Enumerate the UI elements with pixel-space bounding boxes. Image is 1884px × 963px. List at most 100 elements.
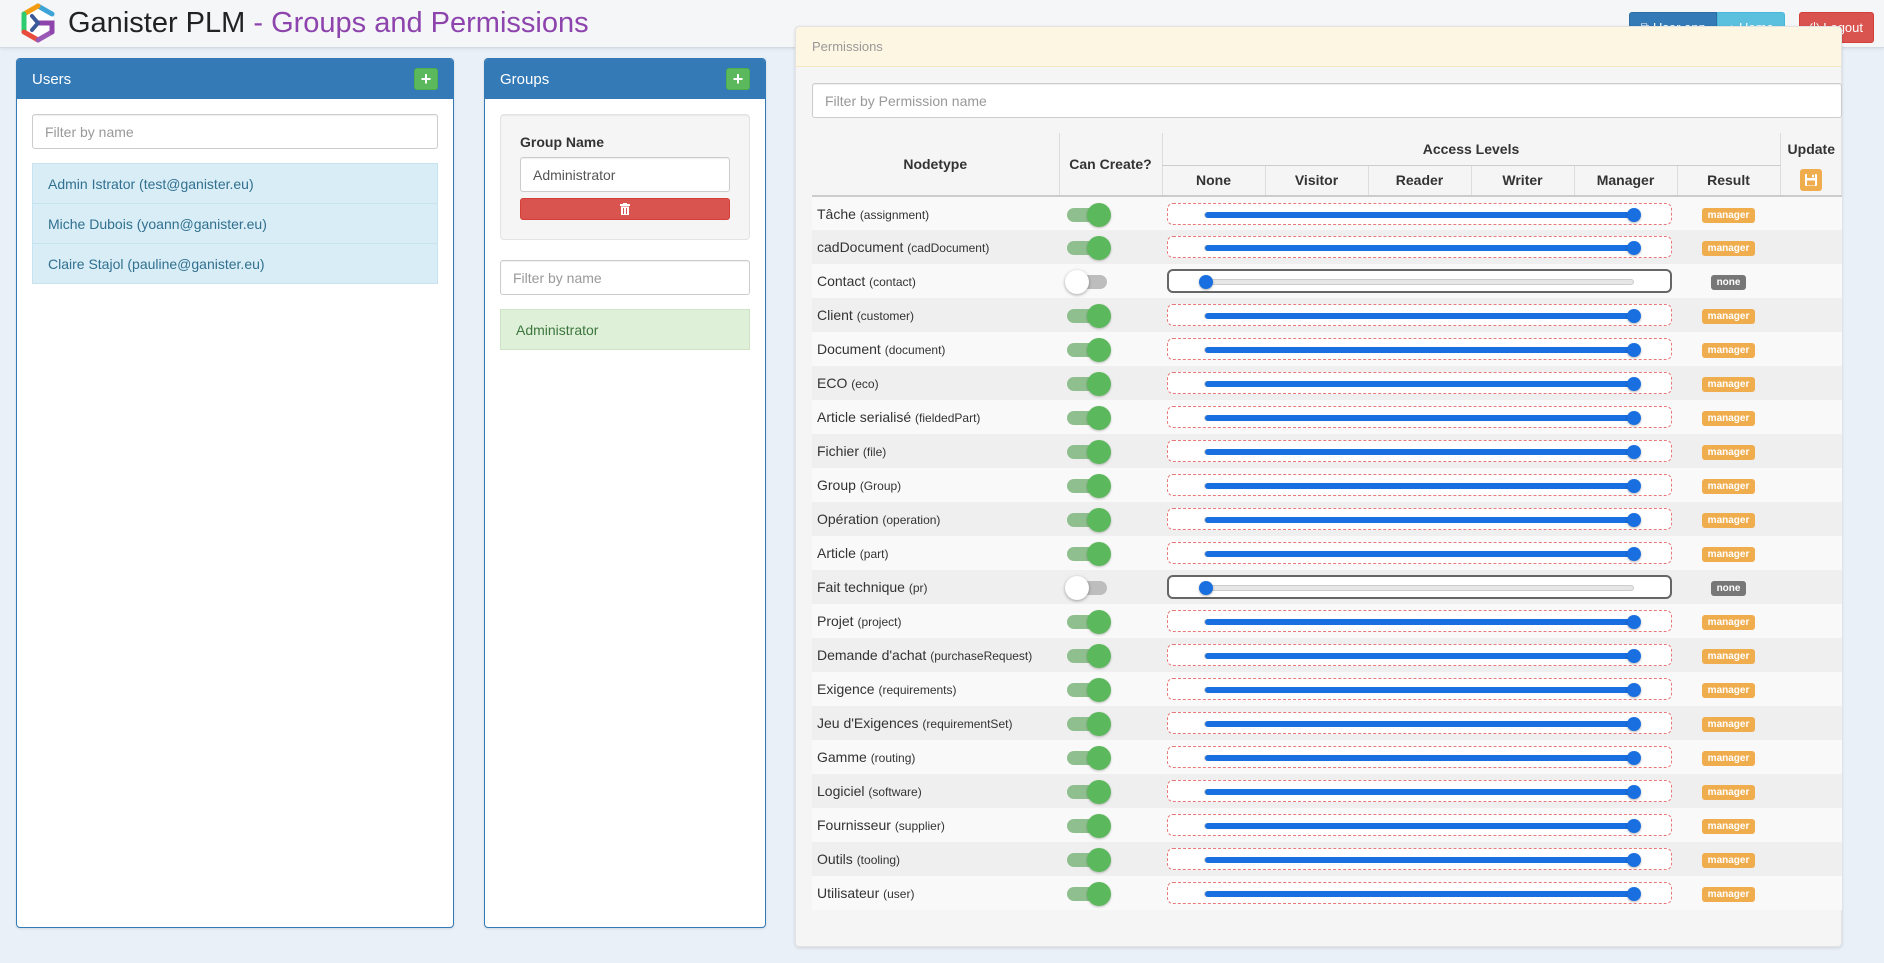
access-level-slider[interactable] <box>1167 644 1672 666</box>
access-level-slider[interactable] <box>1167 236 1672 258</box>
slider-fill <box>1205 449 1634 455</box>
permission-filter-input[interactable] <box>812 83 1842 118</box>
access-level-slider[interactable] <box>1167 678 1672 700</box>
access-level-slider[interactable] <box>1167 474 1672 496</box>
trash-icon <box>620 203 630 215</box>
slider-thumb[interactable] <box>1199 581 1213 595</box>
slider-thumb[interactable] <box>1627 785 1641 799</box>
page-title: Ganister PLM - Groups and Permissions <box>68 6 589 40</box>
toggle-knob <box>1087 712 1111 736</box>
nodetype-cell: Outils (tooling) <box>812 842 1059 876</box>
access-level-slider[interactable] <box>1167 882 1672 904</box>
delete-group-button[interactable] <box>520 198 730 220</box>
access-level-slider[interactable] <box>1167 304 1672 326</box>
can-create-toggle[interactable] <box>1065 576 1111 600</box>
slider-thumb[interactable] <box>1627 683 1641 697</box>
user-list-item[interactable]: Admin Istrator (test@ganister.eu) <box>32 163 438 204</box>
can-create-toggle[interactable] <box>1067 406 1111 430</box>
slider-thumb[interactable] <box>1627 513 1641 527</box>
result-badge: manager <box>1701 377 1756 392</box>
slider-thumb[interactable] <box>1627 343 1641 357</box>
can-create-toggle[interactable] <box>1067 882 1111 906</box>
access-level-slider[interactable] <box>1167 269 1672 293</box>
slider-thumb[interactable] <box>1627 547 1641 561</box>
access-level-slider[interactable] <box>1167 508 1672 530</box>
can-create-toggle[interactable] <box>1067 746 1111 770</box>
slider-thumb[interactable] <box>1627 377 1641 391</box>
result-badge: manager <box>1701 479 1756 494</box>
update-cell <box>1780 672 1843 706</box>
access-level-slider[interactable] <box>1167 746 1672 768</box>
slider-thumb[interactable] <box>1627 649 1641 663</box>
can-create-cell <box>1059 672 1162 706</box>
update-cell <box>1780 468 1843 502</box>
slider-fill <box>1205 347 1634 353</box>
can-create-toggle[interactable] <box>1067 814 1111 838</box>
can-create-toggle[interactable] <box>1067 644 1111 668</box>
slider-thumb[interactable] <box>1627 207 1641 222</box>
add-group-button[interactable]: + <box>726 68 750 90</box>
slider-fill <box>1205 823 1634 829</box>
groups-filter-input[interactable] <box>500 260 750 295</box>
access-level-slider[interactable] <box>1167 780 1672 802</box>
slider-thumb[interactable] <box>1627 241 1641 255</box>
slider-thumb[interactable] <box>1627 819 1641 833</box>
slider-thumb[interactable] <box>1627 717 1641 731</box>
access-level-slider[interactable] <box>1167 338 1672 360</box>
access-level-slider[interactable] <box>1167 575 1672 599</box>
user-list-item[interactable]: Claire Stajol (pauline@ganister.eu) <box>32 243 438 284</box>
can-create-toggle[interactable] <box>1065 270 1111 294</box>
update-header: Update <box>1779 133 1843 165</box>
access-level-slider[interactable] <box>1167 848 1672 870</box>
can-create-toggle[interactable] <box>1067 542 1111 566</box>
slider-thumb[interactable] <box>1627 615 1641 629</box>
nodetype-code: (contact) <box>869 275 916 289</box>
update-cell <box>1780 230 1843 264</box>
slider-thumb[interactable] <box>1627 887 1641 901</box>
result-badge: manager <box>1701 819 1756 834</box>
nodetype-name: Outils <box>817 851 853 867</box>
access-level-slider[interactable] <box>1167 202 1672 225</box>
add-user-button[interactable]: + <box>414 68 438 90</box>
access-level-slider[interactable] <box>1167 440 1672 462</box>
access-level-slider[interactable] <box>1167 406 1672 428</box>
can-create-toggle[interactable] <box>1067 440 1111 464</box>
can-create-toggle[interactable] <box>1067 236 1111 260</box>
can-create-toggle[interactable] <box>1067 474 1111 498</box>
slider-thumb[interactable] <box>1627 445 1641 459</box>
can-create-toggle[interactable] <box>1067 678 1111 702</box>
access-level-slider[interactable] <box>1167 372 1672 394</box>
slider-thumb[interactable] <box>1627 309 1641 323</box>
group-list-item[interactable]: Administrator <box>500 309 750 350</box>
slider-track <box>1204 547 1641 561</box>
users-filter-input[interactable] <box>32 114 438 149</box>
nodetype-header: Nodetype <box>903 156 968 172</box>
permissions-panel: Permissions Nodetype Can Create? Access … <box>795 26 1843 947</box>
can-create-toggle[interactable] <box>1067 202 1111 227</box>
can-create-toggle[interactable] <box>1067 338 1111 362</box>
can-create-toggle[interactable] <box>1067 508 1111 532</box>
can-create-toggle[interactable] <box>1067 780 1111 804</box>
result-badge: manager <box>1701 445 1756 460</box>
nodetype-code: (assignment) <box>859 207 930 222</box>
can-create-toggle[interactable] <box>1067 712 1111 736</box>
can-create-toggle[interactable] <box>1067 372 1111 396</box>
group-name-input[interactable] <box>520 157 730 192</box>
slider-thumb[interactable] <box>1627 479 1641 493</box>
access-level-slider[interactable] <box>1167 542 1672 564</box>
can-create-toggle[interactable] <box>1067 848 1111 872</box>
slider-track <box>1204 513 1641 527</box>
permission-row: ECO (eco) manager <box>812 366 1843 400</box>
can-create-toggle[interactable] <box>1067 304 1111 328</box>
access-level-slider[interactable] <box>1167 814 1672 836</box>
slider-thumb[interactable] <box>1627 751 1641 765</box>
slider-fill <box>1205 619 1634 625</box>
slider-thumb[interactable] <box>1199 275 1213 289</box>
user-list-item[interactable]: Miche Dubois (yoann@ganister.eu) <box>32 203 438 244</box>
save-permissions-button[interactable] <box>1800 169 1823 191</box>
can-create-toggle[interactable] <box>1067 610 1111 634</box>
slider-thumb[interactable] <box>1627 411 1641 425</box>
slider-thumb[interactable] <box>1627 853 1641 867</box>
access-level-slider[interactable] <box>1167 610 1672 632</box>
access-level-slider[interactable] <box>1167 712 1672 734</box>
